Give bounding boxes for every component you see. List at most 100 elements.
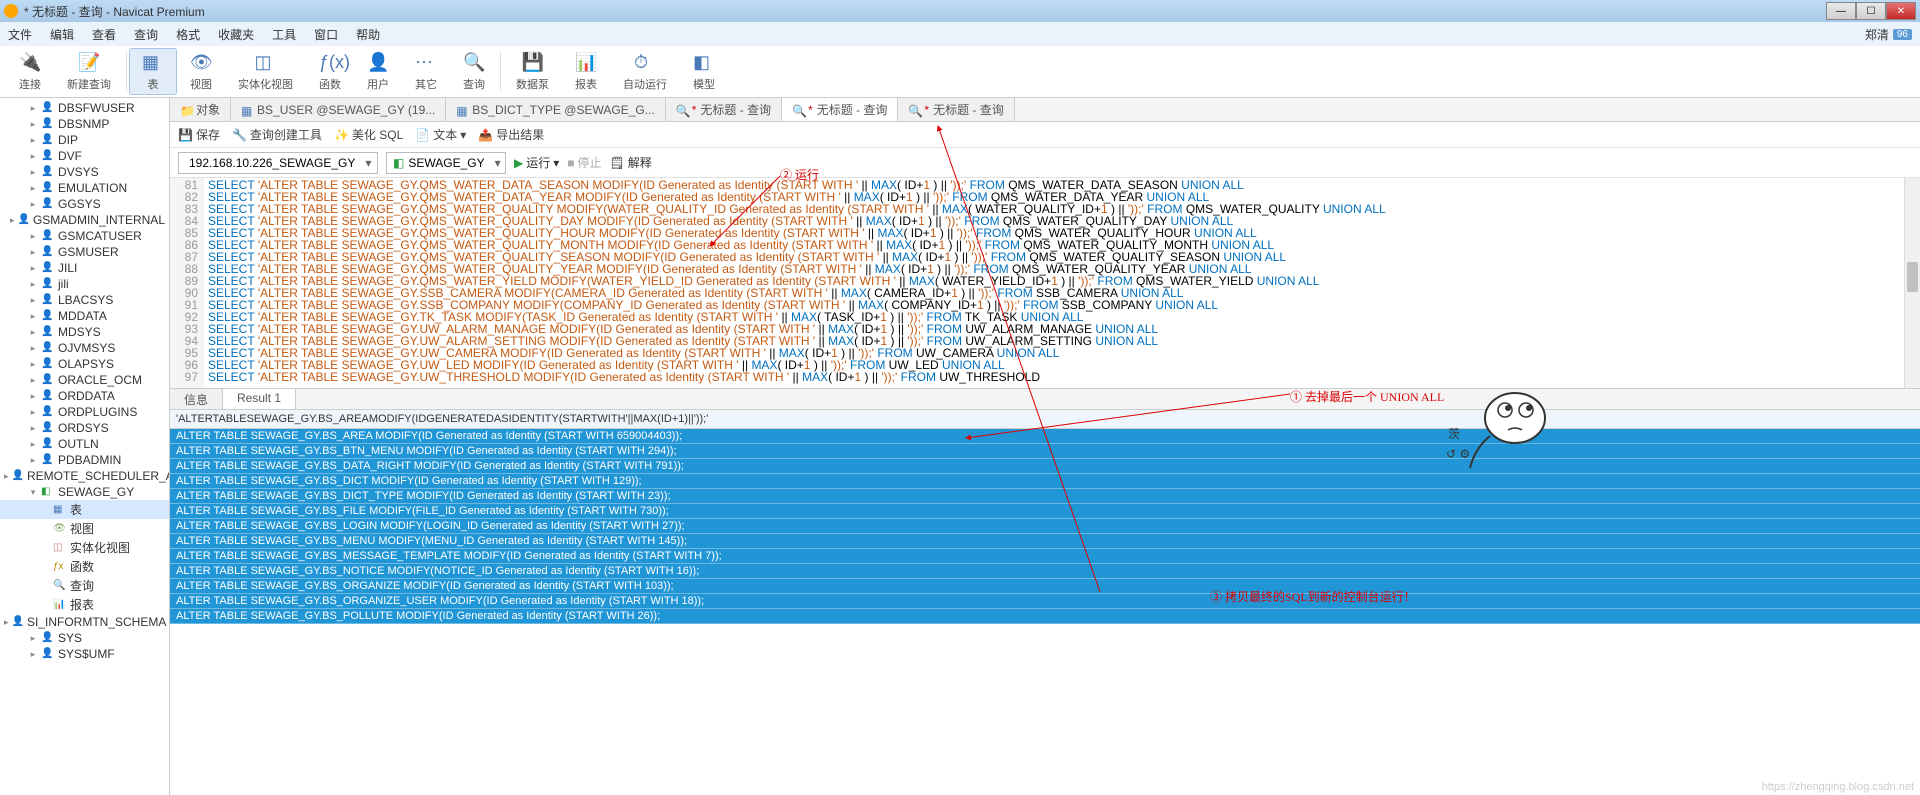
tree-ORACLE_OCM[interactable]: ▸👤ORACLE_OCM: [0, 372, 169, 388]
query-builder-button[interactable]: 🔧 查询创建工具: [232, 126, 322, 143]
toolbar-connect[interactable]: 🔌连接: [6, 48, 54, 95]
menu-3[interactable]: 查询: [134, 26, 158, 43]
tree-OUTLN[interactable]: ▸👤OUTLN: [0, 436, 169, 452]
menu-7[interactable]: 窗口: [314, 26, 338, 43]
tree-GGSYS[interactable]: ▸👤GGSYS: [0, 196, 169, 212]
tree-DIP[interactable]: ▸👤DIP: [0, 132, 169, 148]
tree-查询[interactable]: 🔍查询: [0, 576, 169, 595]
tree-函数[interactable]: ƒx函数: [0, 557, 169, 576]
menu-1[interactable]: 编辑: [50, 26, 74, 43]
tree-报表[interactable]: 📊报表: [0, 595, 169, 614]
connection-tree[interactable]: ▸👤DBSFWUSER▸👤DBSNMP▸👤DIP▸👤DVF▸👤DVSYS▸👤EM…: [0, 98, 170, 795]
toolbar-newquery[interactable]: 📝新建查询: [54, 48, 124, 95]
result-row[interactable]: ALTER TABLE SEWAGE_GY.BS_ORGANIZE MODIFY…: [170, 579, 1920, 594]
tree-JILI[interactable]: ▸👤JILI: [0, 260, 169, 276]
result-row[interactable]: ALTER TABLE SEWAGE_GY.BS_FILE MODIFY(FIL…: [170, 504, 1920, 519]
toolbar-func[interactable]: ƒ(x)函数: [306, 48, 354, 95]
result-row[interactable]: ALTER TABLE SEWAGE_GY.BS_POLLUTE MODIFY(…: [170, 609, 1920, 624]
toolbar-query[interactable]: 🔍查询: [450, 48, 498, 95]
tab-BS_USER @SEWAGE_GY (19...[interactable]: ▦BS_USER @SEWAGE_GY (19...: [231, 98, 446, 121]
result-row[interactable]: ALTER TABLE SEWAGE_GY.BS_AREA MODIFY(ID …: [170, 429, 1920, 444]
tree-ORDDATA[interactable]: ▸👤ORDDATA: [0, 388, 169, 404]
tree-视图[interactable]: 👁视图: [0, 519, 169, 538]
menu-8[interactable]: 帮助: [356, 26, 380, 43]
explain-button[interactable]: 🗒 解释: [610, 154, 652, 171]
tab-result1[interactable]: Result 1: [223, 389, 296, 409]
tree-GSMCATUSER[interactable]: ▸👤GSMCATUSER: [0, 228, 169, 244]
toolbar-table[interactable]: ▦表: [129, 48, 177, 95]
tree-SYS$UMF[interactable]: ▸👤SYS$UMF: [0, 646, 169, 662]
tab-无标题 - 查询[interactable]: 🔍*无标题 - 查询: [898, 98, 1014, 121]
tree-ORDSYS[interactable]: ▸👤ORDSYS: [0, 420, 169, 436]
result-row[interactable]: ALTER TABLE SEWAGE_GY.BS_MENU MODIFY(MEN…: [170, 534, 1920, 549]
toolbar-auto[interactable]: ⏱自动运行: [610, 48, 680, 95]
menu-6[interactable]: 工具: [272, 26, 296, 43]
user-icon: 👤: [367, 52, 389, 74]
tree-OJVMSYS[interactable]: ▸👤OJVMSYS: [0, 340, 169, 356]
tree-SI_INFORMTN_SCHEMA[interactable]: ▸👤SI_INFORMTN_SCHEMA: [0, 614, 169, 630]
stop-button[interactable]: ■ 停止: [567, 154, 601, 171]
user-icon: 👤: [12, 616, 24, 628]
result-row[interactable]: ALTER TABLE SEWAGE_GY.BS_MESSAGE_TEMPLAT…: [170, 549, 1920, 564]
tab-无标题 - 查询[interactable]: 🔍*无标题 - 查询: [666, 98, 782, 121]
export-button[interactable]: 📤 导出结果: [478, 126, 544, 143]
result-header[interactable]: 'ALTERTABLESEWAGE_GY.BS_AREAMODIFY(IDGEN…: [170, 410, 1920, 429]
tree-GSMUSER[interactable]: ▸👤GSMUSER: [0, 244, 169, 260]
editor-scrollbar[interactable]: [1904, 178, 1920, 388]
result-row[interactable]: ALTER TABLE SEWAGE_GY.BS_DICT MODIFY(ID …: [170, 474, 1920, 489]
tree-DBSNMP[interactable]: ▸👤DBSNMP: [0, 116, 169, 132]
tree-PDBADMIN[interactable]: ▸👤PDBADMIN: [0, 452, 169, 468]
tree-OLAPSYS[interactable]: ▸👤OLAPSYS: [0, 356, 169, 372]
sql-editor[interactable]: 8182838485868788899091929394959697 SELEC…: [170, 178, 1920, 388]
sql-code[interactable]: SELECT 'ALTER TABLE SEWAGE_GY.QMS_WATER_…: [204, 178, 1920, 388]
tree-表[interactable]: ▦表: [0, 500, 169, 519]
toolbar-model[interactable]: ◧模型: [680, 48, 728, 95]
maximize-button[interactable]: ☐: [1856, 2, 1886, 20]
close-button[interactable]: ✕: [1886, 2, 1916, 20]
menu-2[interactable]: 查看: [92, 26, 116, 43]
result-row[interactable]: ALTER TABLE SEWAGE_GY.BS_BTN_MENU MODIFY…: [170, 444, 1920, 459]
result-row[interactable]: ALTER TABLE SEWAGE_GY.BS_DATA_RIGHT MODI…: [170, 459, 1920, 474]
save-button[interactable]: 💾 保存: [178, 126, 220, 143]
tree-实体化视图[interactable]: ◫实体化视图: [0, 538, 169, 557]
toolbar-user[interactable]: 👤用户: [354, 48, 402, 95]
user-name[interactable]: 郑清: [1865, 26, 1889, 43]
tab-对象[interactable]: 📁对象: [170, 98, 231, 121]
menu-4[interactable]: 格式: [176, 26, 200, 43]
tab-无标题 - 查询[interactable]: 🔍*无标题 - 查询: [782, 98, 898, 121]
tree-SYS[interactable]: ▸👤SYS: [0, 630, 169, 646]
connection-combo[interactable]: 192.168.10.226_SEWAGE_GY▾: [178, 152, 378, 174]
tab-BS_DICT_TYPE @SEWAGE_G...[interactable]: ▦BS_DICT_TYPE @SEWAGE_G...: [446, 98, 665, 121]
toolbar-report[interactable]: 📊报表: [562, 48, 610, 95]
toolbar-pump[interactable]: 💾数据泵: [503, 48, 562, 95]
tree-ORDPLUGINS[interactable]: ▸👤ORDPLUGINS: [0, 404, 169, 420]
toolbar-view[interactable]: 👁视图: [177, 48, 225, 95]
toolbar-other[interactable]: ⋯其它: [402, 48, 450, 95]
result-grid[interactable]: 'ALTERTABLESEWAGE_GY.BS_AREAMODIFY(IDGEN…: [170, 410, 1920, 795]
tree-DVSYS[interactable]: ▸👤DVSYS: [0, 164, 169, 180]
beautify-button[interactable]: ✨ 美化 SQL: [334, 126, 403, 143]
tree-EMULATION[interactable]: ▸👤EMULATION: [0, 180, 169, 196]
text-button[interactable]: 📄 文本 ▾: [415, 126, 466, 143]
tree-DVF[interactable]: ▸👤DVF: [0, 148, 169, 164]
result-row[interactable]: ALTER TABLE SEWAGE_GY.BS_LOGIN MODIFY(LO…: [170, 519, 1920, 534]
tree-LBACSYS[interactable]: ▸👤LBACSYS: [0, 292, 169, 308]
result-row[interactable]: ALTER TABLE SEWAGE_GY.BS_NOTICE MODIFY(N…: [170, 564, 1920, 579]
minimize-button[interactable]: —: [1826, 2, 1856, 20]
tree-MDDATA[interactable]: ▸👤MDDATA: [0, 308, 169, 324]
schema-combo[interactable]: ◧ SEWAGE_GY▾: [386, 152, 506, 174]
tree-REMOTE_SCHEDULER_AGENT[interactable]: ▸👤REMOTE_SCHEDULER_AGENT: [0, 468, 169, 484]
tree-SEWAGE_GY[interactable]: ▾◧SEWAGE_GY: [0, 484, 169, 500]
tab-info[interactable]: 信息: [170, 389, 223, 409]
menu-5[interactable]: 收藏夹: [218, 26, 254, 43]
toolbar-mview[interactable]: ◫实体化视图: [225, 48, 306, 95]
run-button[interactable]: ▶ 运行 ▾: [514, 154, 559, 171]
tree-jili[interactable]: ▸👤jili: [0, 276, 169, 292]
newquery-icon: 📝: [78, 52, 100, 74]
result-row[interactable]: ALTER TABLE SEWAGE_GY.BS_ORGANIZE_USER M…: [170, 594, 1920, 609]
tree-MDSYS[interactable]: ▸👤MDSYS: [0, 324, 169, 340]
tree-DBSFWUSER[interactable]: ▸👤DBSFWUSER: [0, 100, 169, 116]
result-row[interactable]: ALTER TABLE SEWAGE_GY.BS_DICT_TYPE MODIF…: [170, 489, 1920, 504]
tree-GSMADMIN_INTERNAL[interactable]: ▸👤GSMADMIN_INTERNAL: [0, 212, 169, 228]
menu-0[interactable]: 文件: [8, 26, 32, 43]
